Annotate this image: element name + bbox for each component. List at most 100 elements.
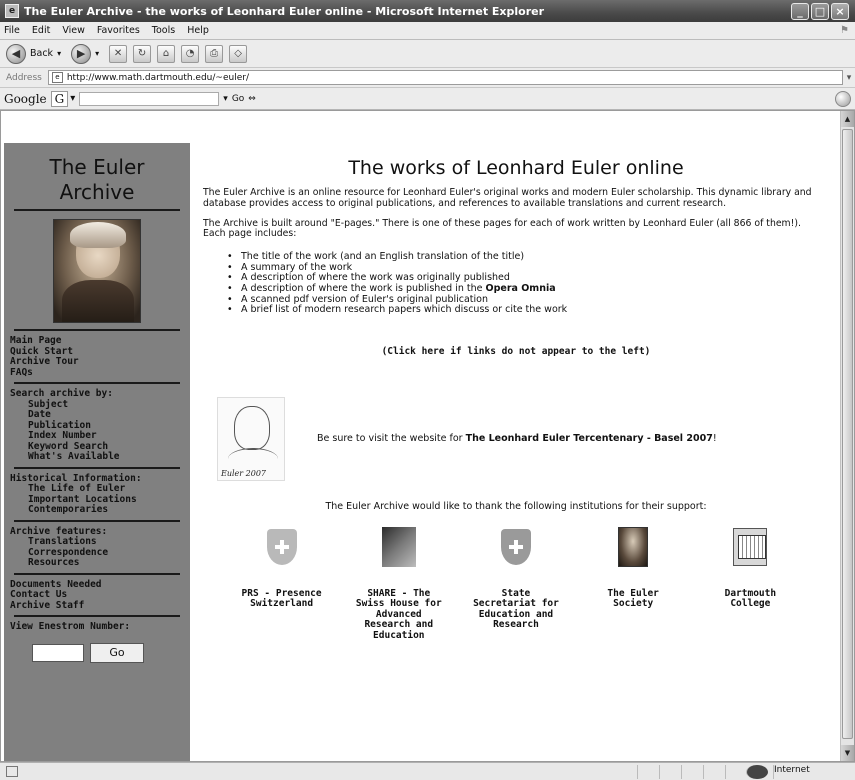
history-icon[interactable]: ◔ — [181, 44, 200, 63]
sidebar-divider — [14, 209, 180, 211]
institution-prs[interactable]: PRS - Presence Switzerland — [237, 527, 327, 642]
back-button-label[interactable]: Back — [30, 48, 53, 59]
dartmouth-seal-icon — [733, 527, 768, 566]
google-go-button[interactable]: Go — [232, 94, 244, 104]
nav-life-of-euler[interactable]: The Life of Euler — [10, 483, 184, 495]
status-bar: Internet — [0, 762, 855, 780]
visit-suffix: ! — [712, 433, 717, 445]
home-icon[interactable]: ⌂ — [157, 44, 176, 63]
share-logo-image — [381, 526, 416, 567]
archive-title-line1: The Euler — [49, 155, 145, 179]
edit-page-icon[interactable]: ◇ — [229, 44, 248, 63]
nav-resources[interactable]: Resources — [10, 557, 184, 569]
google-options-icon[interactable] — [835, 90, 851, 107]
refresh-icon[interactable]: ↻ — [133, 44, 152, 63]
list-item-text: A description of where the work is publi… — [241, 282, 483, 294]
nav-archive-tour[interactable]: Archive Tour — [10, 356, 184, 368]
institution-share[interactable]: SHARE - The Swiss House for Advanced Res… — [354, 526, 444, 642]
forward-dropdown-icon[interactable]: ▾ — [95, 49, 99, 58]
euler-society-portrait — [618, 526, 649, 567]
thanks-text: The Euler Archive would like to thank th… — [325, 500, 707, 512]
google-menu-button[interactable]: G — [50, 90, 69, 107]
institution-name[interactable]: State Secretariat for Education and Rese… — [471, 588, 561, 631]
enstrom-label: View Enestrom Number: — [10, 621, 131, 632]
sidebar-divider — [14, 466, 180, 469]
menu-help[interactable]: Help — [187, 25, 209, 36]
enstrom-go-button[interactable]: Go — [90, 642, 144, 663]
back-dropdown-icon[interactable]: ▾ — [57, 49, 61, 58]
forward-arrow-icon[interactable]: ▶ — [71, 43, 92, 64]
swiss-shield-icon — [266, 528, 297, 565]
google-search-input[interactable] — [79, 91, 220, 106]
nav-contemporaries[interactable]: Contemporaries — [10, 504, 184, 516]
enstrom-number-input[interactable] — [32, 643, 84, 662]
menu-favorites[interactable]: Favorites — [97, 25, 140, 36]
google-toolbar: Google G ▾ ▾ Go ⇔ — [0, 88, 855, 110]
intro-paragraph: The Euler Archive is an online resource … — [203, 187, 812, 209]
globe-icon — [746, 764, 768, 779]
tercentenary-link[interactable]: The Leonhard Euler Tercentenary - Basel … — [466, 433, 713, 444]
scroll-down-arrow-icon[interactable]: ▼ — [841, 745, 854, 761]
stop-icon[interactable]: ✕ — [109, 44, 128, 63]
main-content: The works of Leonhard Euler online The E… — [193, 143, 839, 761]
click-here-link[interactable]: (Click here if links do not appear to th… — [203, 346, 829, 357]
each-page-label: Each page includes: — [203, 228, 297, 240]
historical-nav: Historical Information: The Life of Eule… — [10, 473, 184, 516]
maximize-button[interactable]: □ — [811, 2, 829, 20]
minimize-button[interactable]: _ — [791, 2, 809, 20]
address-label: Address — [6, 72, 42, 83]
security-zone: Internet — [725, 764, 855, 779]
nav-date[interactable]: Date — [10, 409, 184, 421]
menu-view[interactable]: View — [62, 25, 85, 36]
ie-page-icon: e — [5, 4, 19, 18]
scroll-thumb[interactable] — [842, 129, 853, 739]
visit-prefix: Be sure to visit the website for — [317, 433, 463, 445]
archive-title-line2: Archive — [59, 180, 135, 204]
enstrom-form: Go — [10, 642, 184, 663]
sidebar-divider — [14, 572, 180, 575]
nav-whats-available[interactable]: What's Available — [10, 451, 184, 463]
institution-state-secretariat[interactable]: State Secretariat for Education and Rese… — [471, 527, 561, 642]
euler-sketch-image[interactable]: Euler 2007 — [217, 396, 285, 481]
google-search-arrow-icon[interactable]: ⇔ — [248, 94, 256, 104]
misc-nav: Documents Needed Contact Us Archive Staf… — [10, 579, 184, 612]
archive-title: The Euler Archive — [10, 143, 184, 205]
menu-file[interactable]: File — [4, 25, 20, 36]
institution-logos: PRS - Presence Switzerland SHARE - The S… — [203, 526, 829, 642]
address-dropdown-icon[interactable]: ▾ — [843, 73, 855, 83]
nav-faqs[interactable]: FAQs — [10, 367, 184, 379]
scroll-up-arrow-icon[interactable]: ▲ — [841, 111, 854, 127]
page-icon: e — [51, 72, 63, 83]
google-menu-dropdown-icon[interactable]: ▾ — [70, 93, 75, 104]
print-icon[interactable]: ⎙ — [205, 44, 224, 63]
list-item: A brief list of modern research papers w… — [227, 305, 829, 316]
vertical-scrollbar[interactable]: ▲ ▼ — [840, 111, 854, 761]
institution-dartmouth[interactable]: Dartmouth College — [705, 527, 795, 642]
menu-tools[interactable]: Tools — [152, 25, 175, 36]
back-arrow-icon[interactable]: ◀ — [6, 43, 26, 64]
institution-name[interactable]: Dartmouth College — [705, 588, 795, 610]
google-logo: Google — [4, 91, 47, 106]
google-search-dropdown-icon[interactable]: ▾ — [223, 94, 228, 104]
menu-edit[interactable]: Edit — [32, 25, 50, 36]
main-nav: Main Page Quick Start Archive Tour FAQs — [10, 335, 184, 379]
close-button[interactable]: × — [831, 2, 849, 20]
nav-translations[interactable]: Translations — [10, 536, 184, 548]
institution-name[interactable]: SHARE - The Swiss House for Advanced Res… — [354, 588, 444, 642]
toolbar: ◀ Back ▾ ▶ ▾ ✕ ↻ ⌂ ◔ ⎙ ◇ — [0, 40, 855, 68]
sidebar-divider — [14, 329, 180, 331]
nav-archive-staff[interactable]: Archive Staff — [10, 600, 184, 612]
nav-contact-us[interactable]: Contact Us — [10, 589, 184, 601]
swiss-shield-icon — [500, 528, 531, 565]
institution-euler-society[interactable]: The Euler Society — [588, 526, 678, 642]
institution-name[interactable]: PRS - Presence Switzerland — [237, 588, 327, 610]
nav-main-page[interactable]: Main Page — [10, 335, 184, 347]
nav-index-number[interactable]: Index Number — [10, 430, 184, 442]
page-title: The works of Leonhard Euler online — [348, 157, 684, 179]
address-url[interactable]: http://www.math.dartmouth.edu/~euler/ — [67, 73, 249, 83]
address-input[interactable]: e http://www.math.dartmouth.edu/~euler/ — [47, 70, 843, 85]
institution-name[interactable]: The Euler Society — [588, 588, 678, 610]
tercentenary-text: Be sure to visit the website for The Leo… — [317, 433, 717, 444]
window-title: The Euler Archive - the works of Leonhar… — [24, 4, 545, 18]
window-titlebar: e The Euler Archive - the works of Leonh… — [0, 0, 855, 22]
